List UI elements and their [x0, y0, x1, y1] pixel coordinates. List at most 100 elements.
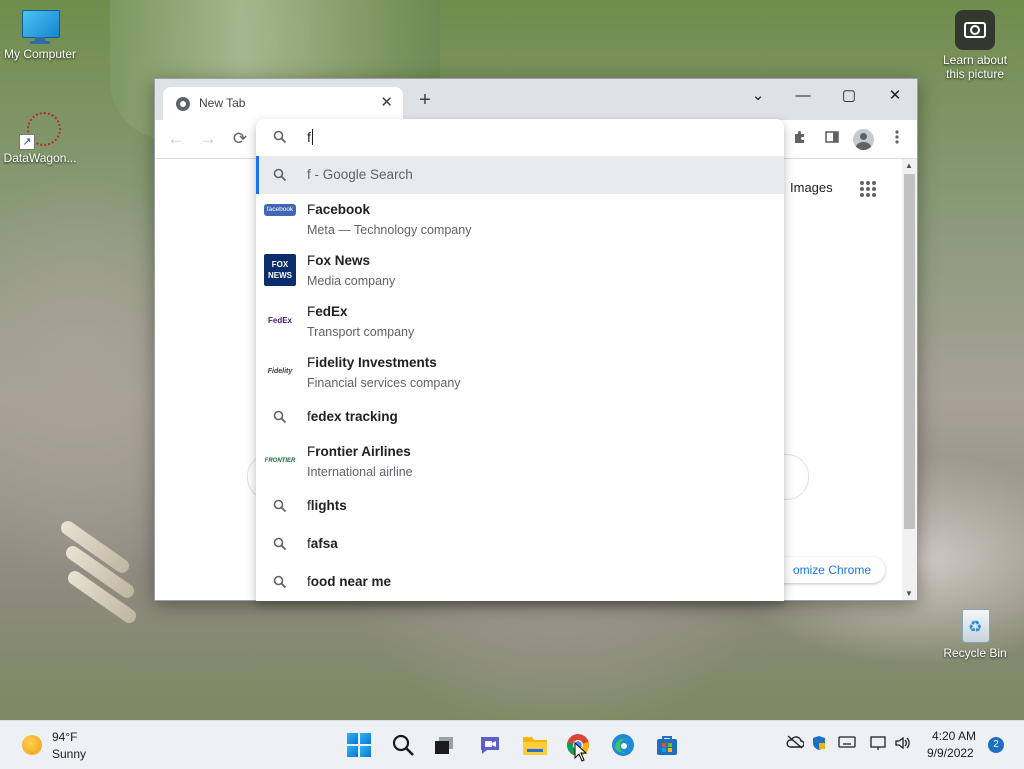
suggestion-fedex-tracking[interactable]: fedex tracking: [256, 398, 784, 436]
keyboard-icon[interactable]: [838, 735, 856, 752]
weather-temperature: 94°F: [52, 730, 78, 744]
suggestion-food-near-me[interactable]: food near me: [256, 563, 784, 601]
title-bar: New Tab ✕ + ⌄ — ▢ ✕: [155, 79, 917, 120]
desktop-icon-label: Learn about this picture: [942, 53, 1008, 81]
suggestion-flights[interactable]: flights: [256, 487, 784, 525]
tab-title: New Tab: [199, 96, 246, 110]
page-scrollbar[interactable]: ▲ ▼: [902, 159, 917, 600]
suggestion-typed: F: [307, 253, 316, 268]
suggestion-title: ood near me: [310, 574, 392, 589]
desktop-icon-label: Recycle Bin: [943, 646, 1007, 660]
tab-search-dropdown-icon[interactable]: ⌄: [743, 83, 773, 109]
google-apps-icon[interactable]: [860, 181, 876, 197]
desktop-icon-my-computer[interactable]: My Computer: [0, 10, 80, 61]
tab-new-tab[interactable]: New Tab ✕: [163, 87, 403, 120]
search-icon: [273, 410, 287, 424]
suggestion-typed: F: [307, 444, 316, 459]
close-window-button[interactable]: ✕: [880, 83, 910, 109]
recycle-bin-icon: ♻: [958, 603, 992, 643]
new-tab-button[interactable]: +: [413, 89, 437, 112]
maximize-button[interactable]: ▢: [834, 83, 864, 109]
start-windows-icon[interactable]: [347, 733, 371, 757]
suggestion-subtitle: International airline: [307, 465, 413, 479]
search-icon: [273, 575, 287, 589]
suggestion-title: acebook: [315, 202, 371, 217]
address-input: f: [307, 129, 313, 145]
onedrive-offline-icon[interactable]: [786, 735, 805, 752]
fidelity-logo-icon: Fidelity: [267, 368, 293, 375]
clock-time[interactable]: 4:20 AM: [932, 729, 976, 743]
suggestion-title: afsa: [310, 536, 338, 551]
suggestion-fidelity[interactable]: Fidelity Fidelity Investments Financial …: [256, 347, 784, 398]
suggestion-frontier-airlines[interactable]: FRONTIER Frontier Airlines International…: [256, 436, 784, 487]
reload-button[interactable]: ⟳: [229, 128, 251, 150]
monitor-icon: [20, 10, 60, 44]
suggestion-text: - Google Search: [310, 167, 413, 182]
address-input-text[interactable]: f: [307, 129, 311, 145]
suggestion-title: lights: [310, 498, 347, 513]
taskbar: 94°F Sunny 4:20 AM 9/9/2022 2: [0, 720, 1024, 769]
suggestion-google-search[interactable]: f - Google Search: [256, 156, 784, 194]
frontier-logo-icon: FRONTIER: [264, 458, 296, 464]
desktop-icon-label: DataWagon...: [3, 151, 77, 165]
suggestion-subtitle: Transport company: [307, 325, 415, 339]
sun-icon: [22, 735, 42, 755]
suggestion-typed: F: [307, 202, 316, 217]
desktop-icon-learn-about-picture[interactable]: Learn about this picture: [935, 10, 1015, 81]
customize-chrome-button[interactable]: omize Chrome: [767, 557, 885, 583]
desktop-icon-datawagon[interactable]: ↗ DataWagon...: [0, 110, 80, 165]
address-bar[interactable]: f: [256, 119, 784, 157]
fedex-logo-icon: FedEx: [267, 316, 292, 325]
security-shield-icon[interactable]: [812, 735, 826, 754]
datawagon-icon: ↗: [19, 110, 61, 150]
suggestion-fafsa[interactable]: fafsa: [256, 525, 784, 563]
desktop-icon-recycle-bin[interactable]: ♻ Recycle Bin: [935, 603, 1015, 660]
teams-chat-icon[interactable]: [478, 733, 502, 757]
omnibox-dropdown: f f - Google Search facebook Facebook Me…: [256, 119, 784, 601]
suggestion-subtitle: Financial services company: [307, 376, 461, 390]
suggestion-fox-news[interactable]: FOX NEWS Fox News Media company: [256, 245, 784, 296]
scrollbar-thumb[interactable]: [904, 174, 915, 529]
camera-icon: [955, 10, 995, 50]
suggestion-title: rontier Airlines: [315, 444, 411, 459]
volume-icon[interactable]: [894, 735, 912, 754]
scroll-down-icon[interactable]: ▼: [905, 589, 913, 598]
suggestion-typed: F: [307, 355, 316, 370]
suggestion-subtitle: Media company: [307, 274, 396, 288]
suggestion-title: idelity Investments: [315, 355, 437, 370]
facebook-logo-icon: facebook: [264, 204, 296, 216]
suggestion-facebook[interactable]: facebook Facebook Meta — Technology comp…: [256, 194, 784, 245]
fox-news-logo-icon: FOX NEWS: [264, 254, 296, 286]
extensions-icon[interactable]: [789, 129, 811, 151]
suggestion-title: ox News: [315, 253, 371, 268]
network-icon[interactable]: [870, 735, 888, 754]
suggestion-title: edex tracking: [310, 409, 398, 424]
search-icon[interactable]: [391, 733, 415, 757]
back-button[interactable]: ←: [165, 128, 187, 150]
forward-button[interactable]: →: [197, 128, 219, 150]
text-caret: [311, 129, 313, 145]
file-explorer-icon[interactable]: [522, 733, 547, 757]
images-link[interactable]: Images: [790, 180, 833, 195]
search-icon: [273, 499, 287, 513]
notification-badge[interactable]: 2: [988, 737, 1004, 753]
scroll-up-icon[interactable]: ▲: [905, 161, 913, 170]
search-icon: [273, 130, 287, 144]
weather-condition: Sunny: [52, 747, 87, 761]
suggestion-title: edEx: [315, 304, 348, 319]
tab-close-icon[interactable]: ✕: [380, 93, 393, 111]
side-panel-icon[interactable]: [821, 129, 843, 151]
desktop-icon-label: My Computer: [3, 47, 77, 61]
search-icon: [273, 168, 287, 182]
microsoft-store-icon[interactable]: [655, 733, 679, 757]
minimize-button[interactable]: —: [788, 83, 818, 109]
edge-icon[interactable]: [611, 733, 635, 757]
task-view-icon[interactable]: [433, 733, 457, 757]
profile-avatar-icon[interactable]: [853, 129, 874, 150]
menu-kebab-icon[interactable]: [886, 129, 908, 151]
suggestion-fedex[interactable]: FedEx FedEx Transport company: [256, 296, 784, 347]
chrome-favicon-icon: [176, 97, 190, 111]
clock-date[interactable]: 9/9/2022: [927, 746, 974, 760]
search-icon: [273, 537, 287, 551]
suggestion-typed: F: [307, 304, 316, 319]
